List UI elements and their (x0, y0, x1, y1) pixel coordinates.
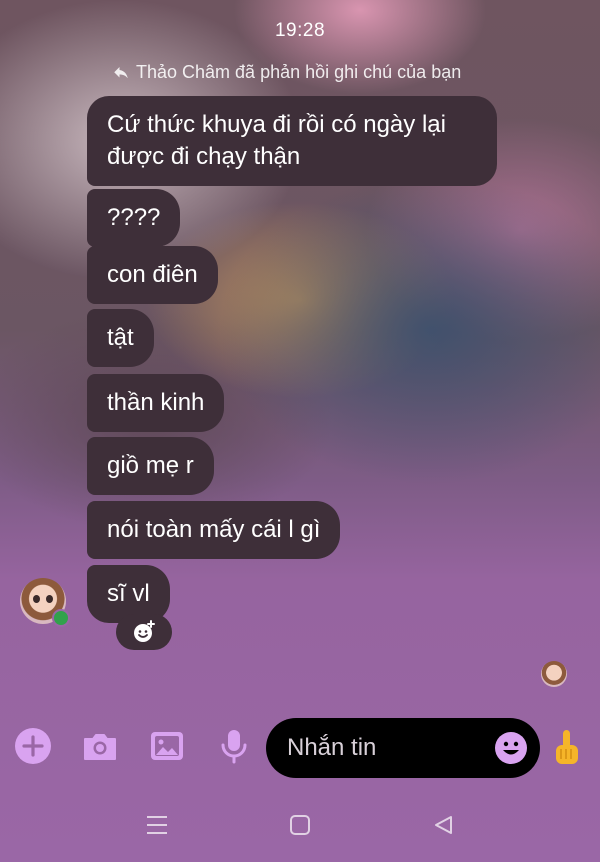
thumbs-up-icon (556, 730, 578, 764)
message-bubble[interactable]: con điên (87, 246, 218, 304)
camera-button[interactable] (81, 727, 119, 765)
avatar-eye (46, 595, 53, 603)
message-bubble[interactable]: Cứ thức khuya đi rồi có ngày lại được đi… (87, 96, 497, 186)
recent-apps-button[interactable] (144, 812, 170, 838)
message-bubble[interactable]: thần kinh (87, 374, 225, 432)
message-bubble[interactable]: tật (87, 309, 154, 367)
microphone-icon (221, 730, 247, 764)
back-icon (435, 816, 452, 834)
add-reaction-button[interactable] (116, 614, 172, 650)
add-reaction-icon (134, 620, 155, 642)
reply-note-text: Thảo Châm đã phản hồi ghi chú của bạn (136, 62, 462, 82)
reply-note: Thảo Châm đã phản hồi ghi chú của bạn (112, 62, 461, 83)
message-bubble[interactable]: ???? (87, 189, 181, 247)
plus-icon (15, 728, 51, 764)
plus-button[interactable] (14, 727, 52, 765)
image-icon (151, 732, 183, 760)
home-button[interactable] (287, 812, 313, 838)
image-button[interactable] (148, 727, 186, 765)
message-input-container[interactable] (266, 718, 540, 778)
home-icon (290, 815, 310, 835)
back-button[interactable] (430, 812, 456, 838)
message-bubble[interactable]: giồ mẹ r (87, 437, 214, 495)
microphone-button[interactable] (215, 727, 253, 765)
menu-icon (147, 816, 167, 834)
seen-indicator-avatar (541, 661, 567, 687)
camera-icon (84, 734, 116, 760)
thumbs-up-button[interactable] (549, 728, 585, 768)
emoji-icon[interactable] (494, 731, 528, 765)
status-bar-time: 19:28 (274, 20, 326, 41)
reply-arrow-icon (114, 66, 128, 78)
message-bubble[interactable]: nói toàn mấy cái l gì (87, 501, 341, 559)
avatar-eye (33, 595, 40, 603)
message-input[interactable] (287, 734, 487, 762)
online-status-dot (52, 609, 70, 627)
